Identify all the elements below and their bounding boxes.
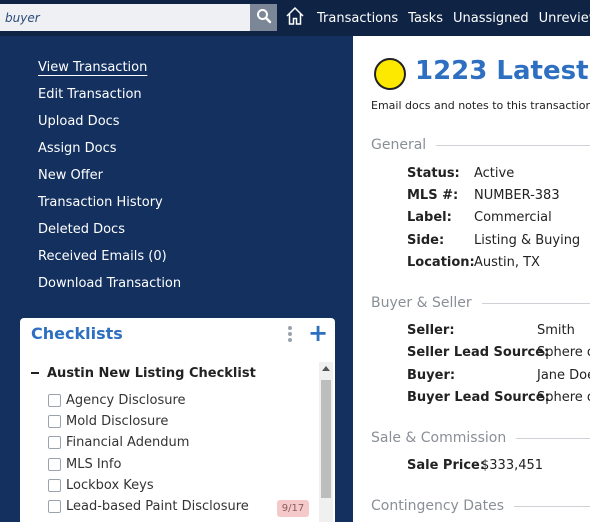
status-label: Status:: [407, 166, 460, 181]
seller-label: Seller:: [407, 323, 455, 338]
buyer-lead-value: Sphere of Influence: [537, 390, 590, 405]
sidebar-link-deleted-docs[interactable]: Deleted Docs: [38, 222, 125, 237]
checklist-item: Lead-based Paint Disclosure: [48, 499, 249, 514]
sidebar-link-transaction-history[interactable]: Transaction History: [38, 195, 163, 210]
checklist-item: Lockbox Keys: [48, 478, 154, 493]
checklist-checkbox[interactable]: [48, 500, 61, 513]
divider: [514, 505, 590, 507]
sidebar-link-upload-docs[interactable]: Upload Docs: [38, 114, 120, 129]
buyer-lead-label: Buyer Lead Source:: [407, 390, 550, 405]
collapse-icon: [31, 371, 39, 374]
nav-transactions[interactable]: Transactions: [317, 11, 398, 26]
sale-price-label: Sale Price:: [407, 458, 486, 473]
nav-unassigned[interactable]: Unassigned: [453, 11, 529, 26]
nav-unreviewed[interactable]: Unreviewed: [539, 11, 590, 26]
section-buyer-seller-title: Buyer & Seller: [371, 295, 472, 311]
top-nav: Transactions Tasks Unassigned Unreviewed: [317, 0, 590, 36]
checklists-title: Checklists: [31, 324, 123, 343]
label-value: Commercial: [474, 210, 552, 225]
status-indicator: [374, 58, 406, 90]
top-bar: Transactions Tasks Unassigned Unreviewed: [0, 0, 590, 36]
sidebar-link-view-transaction[interactable]: View Transaction: [38, 60, 147, 75]
checklist-item: MLS Info: [48, 457, 121, 472]
checklist-checkbox[interactable]: [48, 415, 61, 428]
add-checklist-button[interactable]: +: [308, 318, 328, 348]
sidebar-link-received-emails[interactable]: Received Emails (0): [38, 249, 167, 264]
checklist-scrollbar[interactable]: [319, 362, 333, 522]
section-general: General: [371, 137, 590, 153]
sale-price-value: $333,451: [481, 458, 544, 473]
seller-lead-value: Sphere of Influence: [537, 345, 590, 360]
search-button[interactable]: [250, 4, 277, 31]
sidebar-link-assign-docs[interactable]: Assign Docs: [38, 141, 117, 156]
scroll-up-icon[interactable]: [322, 366, 330, 371]
search-box: [0, 4, 250, 31]
nav-tasks[interactable]: Tasks: [408, 11, 443, 26]
section-buyer-seller: Buyer & Seller: [371, 295, 590, 311]
checklists-panel: Checklists + Austin New Listing Checklis…: [20, 318, 335, 522]
checklist-item-label: Agency Disclosure: [66, 393, 186, 408]
home-icon: [284, 5, 306, 31]
progress-badge: 9/17: [277, 500, 309, 517]
checklist-checkbox[interactable]: [48, 458, 61, 471]
mls-label: MLS #:: [407, 188, 459, 203]
checklist-checkbox[interactable]: [48, 436, 61, 449]
section-sale-commission-title: Sale & Commission: [371, 430, 507, 446]
checklist-group-title: Austin New Listing Checklist: [47, 366, 256, 381]
checklist-item-label: Financial Adendum: [66, 435, 190, 450]
section-general-title: General: [371, 137, 427, 153]
checklist-group-header[interactable]: Austin New Listing Checklist: [31, 366, 256, 381]
mls-value: NUMBER-383: [474, 188, 560, 203]
checklist-item: Financial Adendum: [48, 435, 189, 450]
buyer-value: Jane Doe: [537, 368, 590, 383]
divider: [436, 144, 590, 146]
location-label: Location:: [407, 255, 475, 270]
transaction-detail: 1223 Latest Street Email docs and notes …: [353, 36, 590, 522]
scrollbar-thumb[interactable]: [321, 380, 331, 498]
location-value: Austin, TX: [474, 255, 540, 270]
checklist-item-label: Mold Disclosure: [66, 414, 169, 429]
label-label: Label:: [407, 210, 452, 225]
section-contingency: Contingency Dates: [371, 498, 590, 514]
section-contingency-title: Contingency Dates: [371, 498, 505, 514]
divider: [516, 437, 590, 439]
home-button[interactable]: [283, 6, 307, 30]
sidebar-link-new-offer[interactable]: New Offer: [38, 168, 103, 183]
divider: [481, 302, 590, 304]
kebab-menu-icon[interactable]: [286, 325, 294, 343]
checklist-item-label: MLS Info: [66, 457, 122, 472]
checklist-item: Mold Disclosure: [48, 414, 168, 429]
search-input[interactable]: [0, 4, 250, 31]
checklist-item: Agency Disclosure: [48, 393, 186, 408]
sidebar-link-edit-transaction[interactable]: Edit Transaction: [38, 87, 142, 102]
sidebar-link-download-transaction[interactable]: Download Transaction: [38, 276, 181, 291]
section-sale-commission: Sale & Commission: [371, 430, 590, 446]
checklist-checkbox[interactable]: [48, 479, 61, 492]
checklist-checkbox[interactable]: [48, 394, 61, 407]
transaction-title: 1223 Latest Street: [415, 56, 590, 86]
checklist-item-label: Lead-based Paint Disclosure: [66, 499, 249, 514]
checklist-item-label: Lockbox Keys: [66, 478, 154, 493]
side-label: Side:: [407, 233, 445, 248]
buyer-label: Buyer:: [407, 368, 456, 383]
search-icon: [256, 8, 272, 28]
side-value: Listing & Buying: [474, 233, 581, 248]
seller-value: Smith: [537, 323, 575, 338]
status-value: Active: [474, 166, 515, 181]
email-note: Email docs and notes to this transaction…: [371, 99, 590, 112]
seller-lead-label: Seller Lead Source:: [407, 345, 550, 360]
